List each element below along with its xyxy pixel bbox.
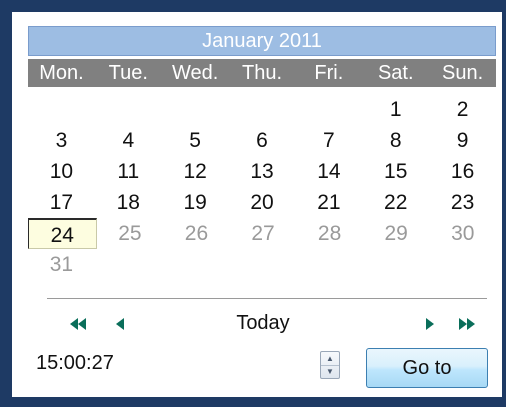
day-cell[interactable]: 29 <box>363 218 430 249</box>
date-picker-panel: January 2011 Mon. Tue. Wed. Thu. Fri. Sa… <box>12 12 502 397</box>
weekday-label: Tue. <box>108 62 148 84</box>
day-cell[interactable]: 9 <box>429 125 496 156</box>
calendar-week-row: 10 11 12 13 14 15 16 <box>28 156 496 187</box>
empty-day-cell <box>95 94 162 125</box>
day-cell[interactable]: 22 <box>362 187 429 218</box>
calendar-week-row: 17 18 19 20 21 22 23 <box>28 187 496 218</box>
double-left-arrow-icon <box>70 318 86 331</box>
calendar-week-row: 3456789 <box>28 125 496 156</box>
day-cell[interactable]: 10 <box>28 156 95 187</box>
day-cell[interactable]: 16 <box>429 156 496 187</box>
weekday-label: Sat. <box>377 62 414 84</box>
day-cell[interactable]: 19 <box>162 187 229 218</box>
today-button[interactable]: Today <box>228 309 298 337</box>
day-cell[interactable]: 3 <box>28 125 95 156</box>
prev-month-button[interactable] <box>116 309 124 337</box>
day-cell[interactable]: 26 <box>163 218 230 249</box>
weekday-label: Thu. <box>241 62 283 84</box>
calendar-week-row: 12 <box>28 94 496 125</box>
weekday-header-row: Mon. Tue. Wed. Thu. Fri. Sat. Sun. <box>28 59 496 87</box>
calendar-week-row: 24 25 26 27 28 29 30 <box>28 218 496 249</box>
calendar-week-row: 31 <box>28 249 496 280</box>
day-cell[interactable]: 4 <box>95 125 162 156</box>
empty-day-cell <box>28 94 95 125</box>
next-month-button[interactable] <box>426 309 434 337</box>
day-cell[interactable]: 14 <box>295 156 362 187</box>
weekday-label: Mon. <box>39 62 84 84</box>
empty-day-cell <box>229 94 296 125</box>
day-cell[interactable]: 13 <box>229 156 296 187</box>
day-cell[interactable]: 7 <box>295 125 362 156</box>
day-cell[interactable]: 21 <box>295 187 362 218</box>
empty-day-cell <box>95 249 162 280</box>
prev-year-button[interactable] <box>70 309 86 337</box>
empty-day-cell <box>295 249 362 280</box>
empty-day-cell <box>162 249 229 280</box>
day-cell[interactable]: 5 <box>162 125 229 156</box>
caret-up-icon: ▲ <box>326 354 334 363</box>
day-cell-selected[interactable]: 24 <box>28 218 97 249</box>
day-cell[interactable]: 1 <box>362 94 429 125</box>
day-cell[interactable]: 31 <box>28 249 95 280</box>
day-cell[interactable]: 27 <box>230 218 297 249</box>
calendar-day-grid: 1 2 3 4 5 6 7 8 9 10 11 12 13 14 15 16 17 18 19 20 21 22 23 24 2… <box>28 94 496 280</box>
weekday-label: Fri. <box>314 62 344 84</box>
day-cell[interactable]: 20 <box>229 187 296 218</box>
spin-down-button[interactable]: ▼ <box>321 365 339 378</box>
day-cell[interactable]: 2 <box>429 94 496 125</box>
day-cell[interactable]: 25 <box>97 218 164 249</box>
empty-day-cell <box>429 249 496 280</box>
day-cell[interactable]: 18 <box>95 187 162 218</box>
double-right-arrow-icon <box>459 318 475 331</box>
weekday-label: Sun. <box>442 62 484 84</box>
right-arrow-icon <box>426 318 434 331</box>
day-cell[interactable]: 15 <box>362 156 429 187</box>
day-cell[interactable]: 30 <box>429 218 496 249</box>
time-spinner[interactable]: ▲ ▼ <box>320 351 340 379</box>
next-year-button[interactable] <box>459 309 475 337</box>
day-cell[interactable]: 6 <box>229 125 296 156</box>
empty-day-cell <box>229 249 296 280</box>
divider <box>47 298 487 299</box>
left-arrow-icon <box>116 318 124 331</box>
day-cell[interactable]: 17 <box>28 187 95 218</box>
day-cell[interactable]: 28 <box>296 218 363 249</box>
time-input[interactable] <box>26 344 326 382</box>
empty-day-cell <box>295 94 362 125</box>
month-title[interactable]: January 2011 <box>28 26 496 56</box>
calendar-navigation: Today <box>28 309 496 337</box>
day-cell[interactable]: 8 <box>362 125 429 156</box>
empty-day-cell <box>162 94 229 125</box>
weekday-label: Wed. <box>171 62 219 84</box>
day-cell[interactable]: 23 <box>429 187 496 218</box>
caret-down-icon: ▼ <box>326 367 334 376</box>
day-cell[interactable]: 11 <box>95 156 162 187</box>
day-cell[interactable]: 12 <box>162 156 229 187</box>
go-to-button[interactable]: Go to <box>366 348 488 388</box>
spin-up-button[interactable]: ▲ <box>321 352 339 366</box>
empty-day-cell <box>362 249 429 280</box>
